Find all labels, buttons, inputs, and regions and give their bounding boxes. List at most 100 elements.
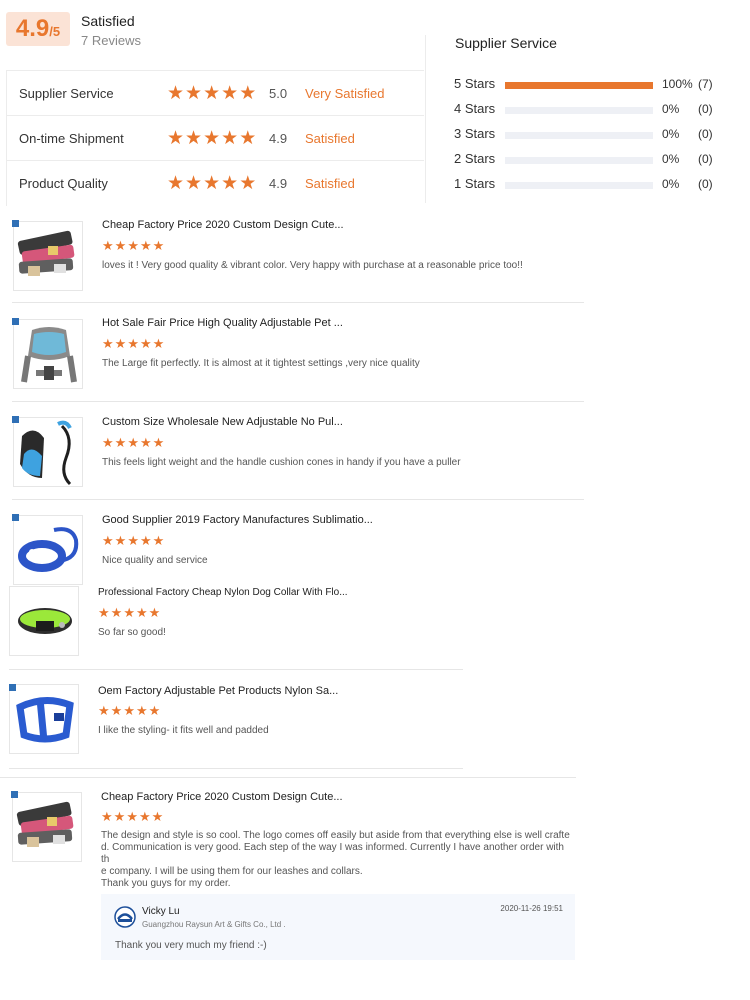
star-icon: ★ [139, 336, 152, 351]
product-title[interactable]: Professional Factory Cheap Nylon Dog Col… [98, 587, 348, 598]
review-divider [0, 777, 576, 778]
review-divider [12, 401, 584, 402]
category-name: On-time Shipment [19, 130, 124, 146]
collar-green-image [18, 608, 72, 634]
review-item: Cheap Factory Price 2020 Custom Design C… [11, 791, 571, 891]
star-icon: ★ [203, 127, 221, 149]
product-thumbnail[interactable] [9, 684, 79, 754]
review-item: Custom Size Wholesale New Adjustable No … [12, 416, 572, 491]
star-icon: ★ [102, 336, 114, 351]
harness-blue-image [16, 697, 74, 743]
star-icon: ★ [221, 173, 239, 194]
category-ratings-table: Supplier Service ★ ★ ★ ★ ★ 5.0 Very Satisfie… [6, 70, 424, 206]
distribution-row: 5 Stars 100% (7) [454, 76, 744, 96]
star-icon: ★ [203, 173, 221, 194]
star-icon: ★ [127, 435, 139, 450]
star-icon: ★ [152, 435, 165, 450]
review-star-rating: ★ ★ ★ ★ ★ [102, 337, 165, 350]
category-label: Very Satisfied [305, 85, 385, 101]
product-thumbnail[interactable] [13, 417, 83, 487]
distribution-bar [505, 107, 653, 114]
star-icon: ★ [126, 809, 138, 824]
collar-leash-image [18, 527, 79, 572]
star-icon: ★ [135, 605, 148, 620]
product-thumbnail[interactable] [12, 792, 82, 862]
collars-image [17, 230, 75, 276]
product-thumbnail[interactable] [9, 586, 79, 656]
review-star-rating: ★ ★ ★ ★ ★ [101, 810, 164, 823]
distribution-row: 1 Stars 0% (0) [454, 176, 744, 196]
category-label: Satisfied [305, 176, 355, 191]
section-divider [425, 35, 426, 203]
buyer-flag-icon [11, 791, 18, 798]
distribution-count: (0) [698, 177, 713, 191]
distribution-row: 4 Stars 0% (0) [454, 101, 744, 121]
review-star-rating: ★ ★ ★ ★ ★ [98, 704, 161, 717]
star-icon: ★ [98, 703, 110, 718]
distribution-percent: 0% [662, 177, 680, 191]
review-text: I like the styling- it fits well and pad… [98, 725, 269, 736]
supplier-reply: Vicky Lu Guangzhou Raysun Art & Gifts Co… [101, 894, 575, 960]
overall-score: 4.9 [15, 15, 50, 42]
distribution-percent: 100% [662, 77, 693, 91]
review-count: 7 Reviews [81, 33, 141, 48]
review-star-rating: ★ ★ ★ ★ ★ [102, 534, 165, 547]
distribution-label: 1 Stars [454, 176, 496, 191]
distribution-title: Supplier Service [455, 35, 557, 51]
product-thumbnail[interactable] [13, 319, 83, 389]
star-icon: ★ [239, 173, 257, 194]
review-divider [12, 302, 584, 303]
overall-score-badge: 4.9 /5 [6, 12, 70, 46]
buyer-flag-icon [9, 684, 16, 691]
reply-author: Vicky Lu [142, 906, 180, 917]
product-thumbnail[interactable] [13, 221, 83, 291]
product-title[interactable]: Hot Sale Fair Price High Quality Adjusta… [102, 317, 343, 329]
distribution-bar-fill [505, 82, 653, 89]
review-text: The Large fit perfectly. It is almost at… [102, 358, 420, 369]
buyer-flag-icon [12, 220, 19, 227]
category-row: On-time Shipment ★ ★ ★ ★ ★ 4.9 Satisfied [7, 116, 424, 161]
star-icon: ★ [138, 809, 151, 824]
distribution-percent: 0% [662, 102, 680, 116]
star-icon: ★ [114, 533, 127, 548]
star-icon: ★ [221, 82, 239, 104]
product-title[interactable]: Cheap Factory Price 2020 Custom Design C… [102, 219, 344, 231]
product-title[interactable]: Oem Factory Adjustable Pet Products Nylo… [98, 685, 338, 697]
star-icon: ★ [139, 435, 152, 450]
star-icon: ★ [114, 336, 127, 351]
star-icon: ★ [101, 809, 113, 824]
distribution-label: 4 Stars [454, 101, 496, 116]
reply-date: 2020-11-26 19:51 [500, 904, 563, 913]
product-title[interactable]: Good Supplier 2019 Factory Manufactures … [102, 514, 373, 526]
product-thumbnail[interactable] [13, 515, 83, 585]
distribution-bar [505, 157, 653, 164]
star-icon: ★ [110, 605, 123, 620]
review-item: Professional Factory Cheap Nylon Dog Col… [9, 586, 469, 658]
distribution-percent: 0% [662, 152, 680, 166]
product-title[interactable]: Custom Size Wholesale New Adjustable No … [102, 416, 343, 428]
category-name: Supplier Service [19, 85, 114, 101]
distribution-count: (0) [698, 127, 713, 141]
star-icon: ★ [203, 82, 221, 104]
distribution-bar [505, 132, 653, 139]
review-text: loves it ! Very good quality & vibrant c… [102, 260, 523, 271]
review-star-rating: ★ ★ ★ ★ ★ [98, 606, 161, 619]
star-icon: ★ [114, 435, 127, 450]
star-icon: ★ [167, 127, 185, 149]
star-icon: ★ [135, 703, 148, 718]
star-icon: ★ [102, 533, 114, 548]
category-label: Satisfied [305, 130, 355, 146]
review-text-line: e company. I will be using them for our … [101, 866, 363, 877]
star-icon: ★ [127, 238, 139, 253]
star-icon: ★ [148, 605, 161, 620]
product-title[interactable]: Cheap Factory Price 2020 Custom Design C… [101, 791, 343, 803]
buyer-flag-icon [12, 514, 19, 521]
review-star-rating: ★ ★ ★ ★ ★ [102, 239, 165, 252]
star-icon: ★ [185, 127, 203, 149]
review-text: The design and style is so cool. The log… [101, 830, 571, 890]
star-icon: ★ [139, 533, 152, 548]
star-icon: ★ [185, 173, 203, 194]
buyer-flag-icon [12, 318, 19, 325]
review-text: Nice quality and service [102, 555, 208, 566]
star-rating: ★ ★ ★ ★ ★ [167, 129, 257, 148]
